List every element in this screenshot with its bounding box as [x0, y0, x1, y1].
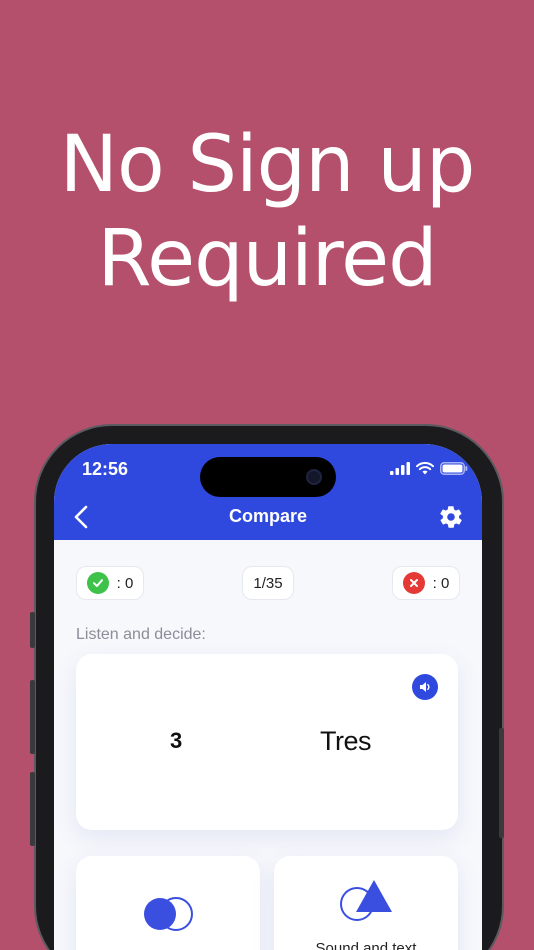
compare-card: 3 Tres	[76, 654, 458, 830]
status-time: 12:56	[82, 459, 129, 479]
shapes-icon	[340, 880, 392, 921]
progress-counter: 1/35	[242, 566, 294, 600]
battery-icon	[440, 462, 468, 475]
status-icons	[390, 462, 468, 475]
progress-text: 1/35	[253, 574, 283, 592]
wrong-counter: : 0	[392, 566, 460, 600]
app-header: 12:56 Compare	[54, 444, 482, 540]
signal-icon	[390, 462, 410, 475]
phone-side-button	[499, 728, 504, 838]
headline-line-1: No Sign up	[59, 120, 476, 210]
instruction-text: Listen and decide:	[76, 626, 206, 643]
option-card-sound-and-text[interactable]: Sound and text	[274, 856, 458, 950]
card-word: Tres	[320, 726, 372, 756]
option-card-overlap[interactable]	[76, 856, 260, 950]
speaker-icon	[420, 682, 430, 692]
wifi-icon	[416, 462, 434, 475]
phone-side-button	[30, 772, 35, 846]
correct-count: : 0	[116, 574, 134, 592]
card-number: 3	[170, 728, 183, 753]
compare-content: : 0 1/35 : 0 Listen and decide: 3 Tres S…	[54, 540, 482, 950]
cross-icon	[402, 572, 425, 594]
overlap-circles-icon	[144, 897, 193, 931]
phone-side-button	[30, 612, 35, 648]
settings-button[interactable]	[438, 504, 464, 530]
phone-side-button	[30, 680, 35, 754]
check-icon	[86, 572, 109, 594]
dynamic-island	[200, 457, 336, 497]
correct-counter: : 0	[76, 566, 144, 600]
option-label: Sound and text	[315, 940, 417, 950]
phone-screen: 12:56 Compare: 0 1/35: 0 Listen and de…	[54, 444, 482, 950]
camera-icon	[306, 469, 322, 485]
play-audio-button[interactable]	[412, 674, 438, 700]
headline: No Sign up Required	[0, 118, 534, 306]
gear-icon	[440, 506, 462, 528]
headline-line-2: Required	[97, 214, 437, 304]
wrong-count: : 0	[432, 574, 450, 592]
page-title: Compare	[228, 506, 308, 526]
